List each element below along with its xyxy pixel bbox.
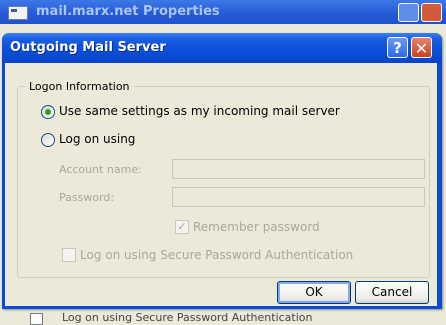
same-settings-label[interactable]: Use same settings as my incoming mail se…: [59, 104, 340, 118]
remember-password-label[interactable]: Remember password: [193, 220, 320, 234]
same-settings-radio[interactable]: [41, 105, 55, 119]
account-name-field[interactable]: [172, 159, 425, 179]
remember-password-checkbox[interactable]: ✓: [175, 220, 189, 234]
log-on-using-label[interactable]: Log on using: [59, 132, 135, 146]
dialog-titlebar[interactable]: Outgoing Mail Server ? ✕: [2, 33, 442, 63]
help-button[interactable]: ?: [387, 37, 408, 58]
group-label: Logon Information: [25, 80, 134, 93]
dialog-title: Outgoing Mail Server: [10, 40, 166, 55]
password-label: Password:: [59, 191, 115, 204]
cancel-button[interactable]: Cancel: [355, 281, 429, 304]
account-name-label: Account name:: [59, 163, 142, 176]
background-close-button[interactable]: [421, 3, 442, 22]
dialog-client-area: Logon Information Use same settings as m…: [5, 63, 437, 306]
background-window-titlebar: mail.marx.net Properties: [0, 0, 446, 24]
background-window-title: mail.marx.net Properties: [36, 4, 220, 19]
mail-icon: [8, 6, 28, 20]
close-button[interactable]: ✕: [411, 37, 432, 58]
password-field[interactable]: [172, 187, 425, 207]
ok-button[interactable]: OK: [277, 281, 351, 304]
spa-checkbox[interactable]: [62, 248, 76, 262]
outgoing-mail-server-dialog: Outgoing Mail Server ? ✕ Logon Informati…: [2, 33, 442, 309]
spa-label[interactable]: Log on using Secure Password Authenticat…: [80, 248, 353, 262]
log-on-using-radio[interactable]: [41, 133, 55, 147]
background-spa-label: Log on using Secure Password Authenticat…: [62, 311, 313, 324]
background-help-button[interactable]: [398, 3, 419, 22]
background-checkbox[interactable]: [30, 313, 43, 325]
